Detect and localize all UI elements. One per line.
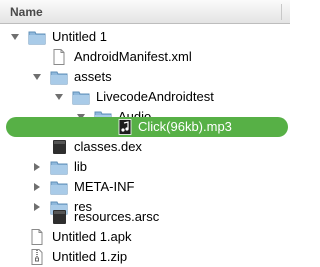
disclosure-triangle-expanded-icon[interactable] (32, 72, 42, 82)
list-item-label: resources.arsc (74, 209, 160, 224)
folder-icon (72, 91, 90, 105)
binary-file-icon (53, 210, 66, 224)
disclosure-triangle-collapsed-icon[interactable] (32, 162, 42, 172)
column-header[interactable]: Name (0, 0, 290, 24)
list-item-label: Click(96kb).mp3 (138, 119, 232, 134)
list-item-label: lib (74, 159, 88, 174)
list-item-untitled-1-apk[interactable]: Untitled 1.apk (0, 227, 290, 247)
list-item-click-mp3-selected[interactable]: Click(96kb).mp3 (6, 117, 288, 137)
document-icon (31, 229, 43, 245)
folder-icon (28, 31, 46, 45)
list-item-assets[interactable]: assets (0, 67, 290, 87)
folder-icon (50, 161, 68, 175)
folder-icon (50, 181, 68, 195)
list-item-label: META-INF (74, 179, 135, 194)
list-item-label: LivecodeAndroidtest (96, 89, 214, 104)
list-item-label: Untitled 1 (52, 29, 107, 44)
list-item-untitled-1[interactable]: Untitled 1 (0, 27, 290, 47)
name-column-header[interactable]: Name (10, 5, 43, 19)
list-item-androidmanifest[interactable]: AndroidManifest.xml (0, 47, 290, 67)
list-item-label: Untitled 1.zip (52, 249, 128, 264)
disclosure-triangle-expanded-icon[interactable] (10, 32, 20, 42)
list-item-livecodeandroidtest[interactable]: LivecodeAndroidtest (0, 87, 290, 107)
list-item-resources-arsc[interactable]: resources.arsc (0, 207, 290, 227)
folder-icon (50, 71, 68, 85)
column-divider (281, 4, 282, 20)
audio-file-icon (118, 119, 132, 135)
list-item-label: Untitled 1.apk (52, 229, 132, 244)
list-item-untitled-1-zip[interactable]: Untitled 1.zip (0, 247, 290, 267)
list-item-classes-dex[interactable]: classes.dex (0, 137, 290, 157)
list-item-label: classes.dex (74, 139, 142, 154)
list-item-lib[interactable]: lib (0, 157, 290, 177)
binary-file-icon (53, 140, 66, 154)
disclosure-triangle-collapsed-icon[interactable] (32, 182, 42, 192)
document-icon (53, 49, 65, 65)
list-item-meta-inf[interactable]: META-INF (0, 177, 290, 197)
disclosure-triangle-expanded-icon[interactable] (54, 92, 64, 102)
list-item-label: AndroidManifest.xml (74, 49, 192, 64)
list-item-label: assets (74, 69, 112, 84)
zip-archive-icon (31, 249, 43, 265)
